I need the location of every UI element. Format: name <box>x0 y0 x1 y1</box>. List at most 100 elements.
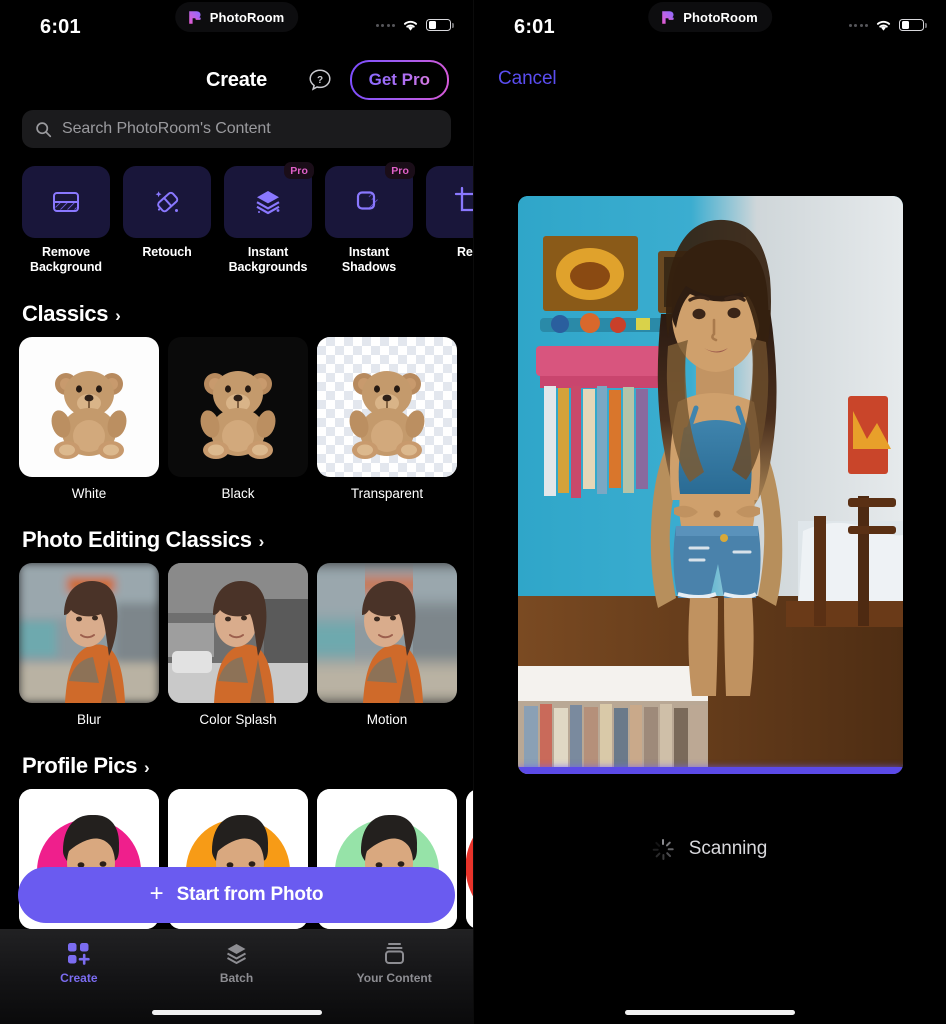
card-caption: Blur <box>76 712 101 727</box>
tool-instant-shadows[interactable]: Pro Instant Shadows <box>325 162 415 275</box>
live-activity-app-name: PhotoRoom <box>209 9 285 25</box>
start-from-photo-button[interactable]: + Start from Photo <box>18 867 455 923</box>
tab-label: Your Content <box>356 971 432 985</box>
status-bar-clock: 6:01 <box>40 16 81 38</box>
search-input[interactable]: Search PhotoRoom's Content <box>22 110 451 148</box>
tool-retouch[interactable]: Retouch <box>123 166 211 275</box>
status-bar: 6:01 PhotoRoom <box>474 0 946 56</box>
dynamic-island-live-activity[interactable]: PhotoRoom <box>648 2 772 32</box>
tool-label: Resi <box>456 245 473 259</box>
content-stack-icon <box>384 943 404 964</box>
resize-crop-icon <box>454 186 473 212</box>
home-indicator[interactable] <box>625 1010 795 1015</box>
tool-label: Remove Background <box>30 245 102 274</box>
tab-label: Batch <box>219 971 254 985</box>
section-title: Profile Pics <box>22 753 138 778</box>
tool-label: Retouch <box>142 245 192 259</box>
pro-badge: Pro <box>385 162 415 179</box>
photo-editing-card-blur[interactable]: Blur <box>19 563 159 727</box>
section-photo-editing-classics: Photo Editing Classics › Blur Color Spla… <box>0 501 473 727</box>
tab-batch[interactable]: Batch <box>158 942 316 985</box>
dynamic-island-live-activity[interactable]: PhotoRoom <box>174 2 299 32</box>
classics-card-transparent[interactable]: Transparent <box>317 337 457 501</box>
tab-your-content[interactable]: Your Content <box>315 942 473 985</box>
plus-icon: + <box>149 880 164 907</box>
profile-pic-image <box>466 789 473 929</box>
start-from-photo-label: Start from Photo <box>176 884 324 905</box>
classics-card-white[interactable]: White <box>19 337 159 501</box>
photo-editing-card-color-splash[interactable]: Color Splash <box>168 563 308 727</box>
scanning-label: Scanning <box>688 838 768 859</box>
status-bar-clock: 6:01 <box>514 16 555 38</box>
woman-portrait-image <box>19 563 159 703</box>
cellular-dots-icon <box>375 23 395 27</box>
live-activity-app-name: PhotoRoom <box>683 9 758 25</box>
quick-tools-row[interactable]: Remove Background Retouch Pro Instant Ba… <box>0 148 473 275</box>
tool-resize[interactable]: Resi <box>426 166 473 275</box>
classics-card-row[interactable]: White Black Transparent <box>0 337 473 501</box>
tool-remove-background[interactable]: Remove Background <box>22 166 110 275</box>
section-header-profile-pics[interactable]: Profile Pics › <box>0 753 473 789</box>
cancel-button[interactable]: Cancel <box>498 68 557 90</box>
woman-portrait-image <box>168 563 308 703</box>
get-pro-button[interactable]: Get Pro <box>349 60 449 100</box>
cellular-dots-icon <box>848 23 868 27</box>
svg-text:?: ? <box>317 75 323 86</box>
card-caption: Motion <box>366 712 408 727</box>
scan-progress-bar <box>518 767 903 774</box>
help-button[interactable]: ? <box>306 66 334 94</box>
search-icon <box>36 121 52 137</box>
status-bar: 6:01 PhotoRoom <box>0 0 473 56</box>
photoroom-logo-icon <box>186 9 203 26</box>
wifi-icon <box>876 20 891 31</box>
home-indicator[interactable] <box>151 1010 322 1015</box>
right-phone-screen: 6:01 PhotoRoom Cancel Scanning <box>473 0 946 1024</box>
photoroom-logo-icon <box>659 9 676 26</box>
section-header-classics[interactable]: Classics › <box>0 301 473 337</box>
profile-pic-card-rainbow[interactable] <box>466 789 473 929</box>
search-section: Search PhotoRoom's Content <box>0 104 473 148</box>
teddy-bear-image <box>349 370 425 459</box>
loading-spinner-icon <box>652 838 674 860</box>
card-caption: Black <box>221 486 255 501</box>
instant-shadows-icon <box>356 191 380 211</box>
scanning-status: Scanning <box>474 838 946 860</box>
photo-editing-card-motion[interactable]: Motion <box>317 563 457 727</box>
card-caption: Transparent <box>350 486 424 501</box>
card-caption: White <box>71 486 107 501</box>
remove-background-icon <box>53 192 79 212</box>
scan-progress-fill <box>518 767 903 774</box>
photo-editing-card-row[interactable]: Blur Color Splash Motion <box>0 563 473 727</box>
section-classics: Classics › White Black Transparent <box>0 275 473 501</box>
tab-create[interactable]: Create <box>0 942 158 985</box>
pro-badge: Pro <box>284 162 314 179</box>
wifi-icon <box>403 20 418 31</box>
woman-portrait-image <box>317 563 457 703</box>
get-pro-label: Get Pro <box>368 70 430 89</box>
classics-card-black[interactable]: Black <box>168 337 308 501</box>
status-bar-indicators <box>848 18 927 32</box>
battery-icon <box>426 18 454 32</box>
photo-preview[interactable] <box>518 196 903 774</box>
retouch-eraser-icon <box>155 191 179 213</box>
section-title: Classics <box>22 301 109 326</box>
question-mark-bubble-icon: ? <box>309 69 331 91</box>
left-phone-screen: 6:01 PhotoRoom Create ? Get Pro Search P… <box>0 0 473 1024</box>
grid-plus-icon <box>68 943 91 965</box>
tool-instant-backgrounds[interactable]: Pro Instant Backgrounds <box>224 162 314 275</box>
tool-label: Instant Shadows <box>341 245 397 274</box>
section-header-photo-editing-classics[interactable]: Photo Editing Classics › <box>0 527 473 563</box>
status-bar-indicators <box>375 18 454 32</box>
search-placeholder: Search PhotoRoom's Content <box>62 120 271 137</box>
tool-label: Instant Backgrounds <box>228 245 308 274</box>
chevron-right-icon: › <box>258 531 265 551</box>
teddy-bear-image <box>200 370 276 459</box>
layers-icon <box>227 944 246 964</box>
girl-in-bedroom-photo <box>518 196 903 774</box>
card-caption: Color Splash <box>199 712 277 727</box>
section-title: Photo Editing Classics <box>22 527 252 552</box>
battery-icon <box>899 18 927 32</box>
chevron-right-icon: › <box>115 305 121 325</box>
tab-label: Create <box>60 971 98 985</box>
dual-screenshot-container: 6:01 PhotoRoom Create ? Get Pro Search P… <box>0 0 946 1024</box>
